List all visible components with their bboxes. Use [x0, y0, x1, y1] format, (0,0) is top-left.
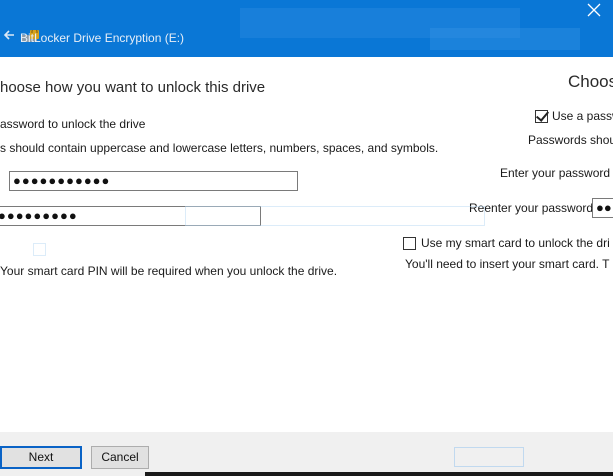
enter-password-label: Enter your password [500, 166, 611, 180]
ghost-reenter-field[interactable]: ●● [592, 198, 613, 218]
use-password-checkbox[interactable] [535, 110, 548, 123]
page-heading: hoose how you want to unlock this drive [0, 79, 266, 96]
ghost-button-outline [454, 447, 524, 467]
smart-card-hint: Your smart card PIN will be required whe… [0, 264, 338, 278]
title-bar-reflection [430, 28, 580, 50]
enter-password-field[interactable]: ●●●●●●●●●●● [9, 171, 298, 191]
use-smart-card-label: Use my smart card to unlock the dri [421, 236, 610, 250]
ghost-heading: Choos [568, 72, 613, 91]
window-title: BitLocker Drive Encryption (E:) [20, 31, 185, 45]
use-smart-card-checkbox[interactable] [403, 237, 416, 250]
use-password-label: Use a passw [552, 109, 613, 123]
cancel-button[interactable]: Cancel [91, 446, 149, 469]
ghost-password-hint: Passwords shou [528, 133, 613, 147]
ghost-field-outline [185, 206, 485, 226]
password-option-label: assword to unlock the drive [0, 117, 146, 131]
ghost-smart-card-hint: You'll need to insert your smart card. T [405, 257, 610, 271]
next-button[interactable]: Next [0, 446, 82, 469]
bottom-edge [145, 472, 613, 476]
close-icon[interactable] [583, 2, 605, 18]
reenter-password-label: Reenter your password [469, 201, 594, 215]
ghost-checkbox-outline [33, 243, 46, 256]
back-arrow-icon[interactable] [2, 28, 16, 42]
password-hint: s should contain uppercase and lowercase… [0, 141, 439, 155]
title-bar: BitLocker Drive Encryption (E:) [0, 0, 613, 57]
